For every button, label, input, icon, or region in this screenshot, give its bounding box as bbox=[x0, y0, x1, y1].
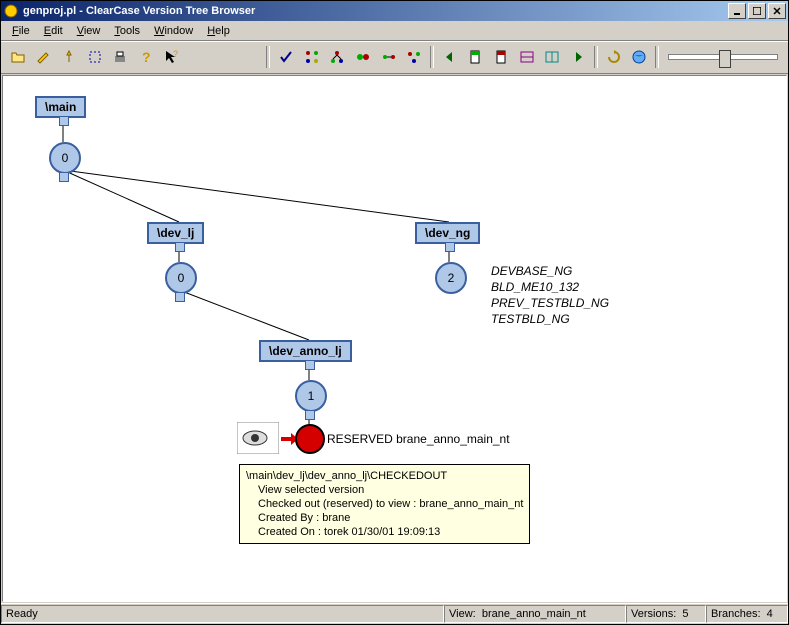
status-versions: Versions: 5 bbox=[626, 605, 706, 623]
port-icon bbox=[175, 292, 185, 302]
doc-green-icon[interactable] bbox=[464, 45, 488, 69]
check-icon[interactable] bbox=[274, 45, 298, 69]
menubar: File Edit View Tools Window Help bbox=[1, 21, 788, 41]
svg-text:?: ? bbox=[173, 49, 178, 59]
label-devbase-ng: DEVBASE_NG bbox=[491, 264, 572, 278]
view1-icon[interactable] bbox=[515, 45, 539, 69]
port-icon bbox=[59, 116, 69, 126]
menu-edit[interactable]: Edit bbox=[37, 23, 70, 39]
nodes-link-icon[interactable] bbox=[377, 45, 401, 69]
label-bld-me10: BLD_ME10_132 bbox=[491, 280, 579, 294]
menu-window[interactable]: Window bbox=[147, 23, 200, 39]
menu-file[interactable]: File bbox=[5, 23, 37, 39]
titlebar[interactable]: genproj.pl - ClearCase Version Tree Brow… bbox=[1, 1, 788, 21]
tooltip-view-selected: View selected version bbox=[246, 483, 523, 497]
separator bbox=[266, 46, 270, 68]
menu-tools[interactable]: Tools bbox=[107, 23, 147, 39]
branch-dev-lj[interactable]: \dev_lj bbox=[147, 222, 204, 244]
menu-view[interactable]: View bbox=[70, 23, 108, 39]
tooltip-created-by: Created By : brane bbox=[246, 511, 523, 525]
port-icon bbox=[305, 360, 315, 370]
view-eye-icon bbox=[237, 422, 279, 454]
separator bbox=[655, 46, 659, 68]
version-main-0[interactable]: 0 bbox=[49, 142, 81, 174]
tree-canvas[interactable]: \main 0 \dev_lj 0 \dev_ng 2 DEVBASE_NG B… bbox=[2, 75, 787, 602]
statusbar: Ready View: brane_anno_main_nt Versions:… bbox=[1, 603, 788, 624]
open-icon[interactable] bbox=[6, 45, 30, 69]
next-icon[interactable] bbox=[566, 45, 590, 69]
nodes-tree-icon[interactable] bbox=[325, 45, 349, 69]
tooltip-checked-out: Checked out (reserved) to view : brane_a… bbox=[246, 497, 523, 511]
tooltip: \main\dev_lj\dev_anno_lj\CHECKEDOUT View… bbox=[239, 464, 530, 544]
view2-icon[interactable] bbox=[541, 45, 565, 69]
app-icon bbox=[3, 3, 19, 19]
globe-icon[interactable] bbox=[627, 45, 651, 69]
version-dev-lj-0[interactable]: 0 bbox=[165, 262, 197, 294]
port-icon bbox=[59, 172, 69, 182]
status-view: View: brane_anno_main_nt bbox=[444, 605, 626, 623]
close-button[interactable] bbox=[768, 3, 786, 19]
nodes-chain-icon[interactable] bbox=[402, 45, 426, 69]
app-window: genproj.pl - ClearCase Version Tree Brow… bbox=[0, 0, 789, 625]
label-prev-testbld: PREV_TESTBLD_NG bbox=[491, 296, 609, 310]
version-dev-anno-lj-1[interactable]: 1 bbox=[295, 380, 327, 412]
branch-dev-anno-lj[interactable]: \dev_anno_lj bbox=[259, 340, 352, 362]
svg-text:?: ? bbox=[142, 49, 151, 65]
select-icon[interactable] bbox=[83, 45, 107, 69]
zoom-slider-thumb[interactable] bbox=[719, 50, 731, 68]
checkedout-version[interactable] bbox=[295, 424, 325, 454]
branch-dev-ng[interactable]: \dev_ng bbox=[415, 222, 480, 244]
zoom-slider[interactable] bbox=[668, 54, 778, 60]
status-branches: Branches: 4 bbox=[706, 605, 788, 623]
refresh-icon[interactable] bbox=[602, 45, 626, 69]
status-ready: Ready bbox=[1, 605, 444, 623]
doc-red-icon[interactable] bbox=[489, 45, 513, 69]
pencil-icon[interactable] bbox=[32, 45, 56, 69]
window-title: genproj.pl - ClearCase Version Tree Brow… bbox=[23, 5, 726, 17]
toolbar: ? ? bbox=[1, 41, 788, 74]
separator bbox=[594, 46, 598, 68]
port-icon bbox=[445, 242, 455, 252]
minimize-button[interactable] bbox=[728, 3, 746, 19]
prev-icon[interactable] bbox=[438, 45, 462, 69]
tooltip-path: \main\dev_lj\dev_anno_lj\CHECKEDOUT bbox=[246, 469, 523, 483]
branch-main[interactable]: \main bbox=[35, 96, 86, 118]
help-pointer-icon[interactable]: ? bbox=[160, 45, 184, 69]
menu-help[interactable]: Help bbox=[200, 23, 237, 39]
help-icon[interactable]: ? bbox=[134, 45, 158, 69]
version-dev-ng-2[interactable]: 2 bbox=[435, 262, 467, 294]
print-icon[interactable] bbox=[109, 45, 133, 69]
tooltip-created-on: Created On : torek 01/30/01 19:09:13 bbox=[246, 525, 523, 539]
reserved-label: RESERVED brane_anno_main_nt bbox=[327, 432, 510, 446]
separator bbox=[430, 46, 434, 68]
pushpin-icon[interactable] bbox=[57, 45, 81, 69]
nodes-grid-icon[interactable] bbox=[300, 45, 324, 69]
port-icon bbox=[175, 242, 185, 252]
label-testbld-ng: TESTBLD_NG bbox=[491, 312, 570, 326]
port-icon bbox=[305, 410, 315, 420]
maximize-button[interactable] bbox=[748, 3, 766, 19]
nodes-pair-icon[interactable] bbox=[351, 45, 375, 69]
